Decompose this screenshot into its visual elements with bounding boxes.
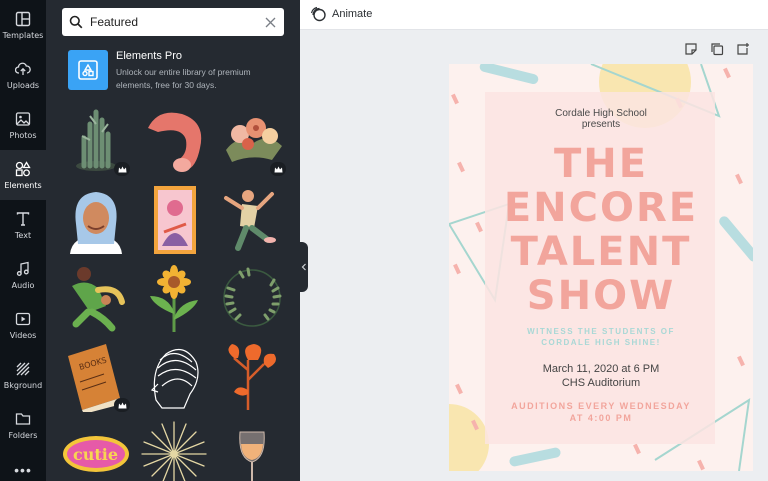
element-tile[interactable] — [218, 418, 286, 481]
sidebar-item-label: Audio — [11, 280, 35, 290]
element-tile[interactable] — [218, 262, 286, 334]
poster-title-line: ENCORE — [503, 185, 699, 231]
element-tile[interactable] — [140, 184, 208, 256]
templates-icon — [15, 11, 31, 26]
sidebar-item-label: Folders — [8, 430, 38, 440]
note-icon[interactable] — [684, 42, 700, 58]
elements-pro-promo[interactable]: Elements Pro Unlock our entire library o… — [68, 50, 288, 94]
design-canvas[interactable]: Cordale High School presents THE ENCORE … — [449, 64, 753, 471]
elements-panel: Elements Pro Unlock our entire library o… — [46, 0, 300, 481]
sidebar-item-videos[interactable]: Videos — [0, 300, 46, 350]
poster-title-line: THE — [553, 141, 649, 187]
svg-text:cutie: cutie — [73, 445, 118, 464]
duplicate-page-icon[interactable] — [710, 42, 726, 58]
close-icon[interactable] — [256, 17, 284, 28]
animate-icon — [310, 6, 326, 22]
element-tile[interactable] — [140, 104, 208, 176]
animate-button[interactable]: Animate — [310, 6, 372, 22]
music-icon — [16, 261, 29, 276]
element-tile[interactable] — [140, 418, 208, 481]
element-tile[interactable]: cutie — [62, 418, 130, 481]
image-icon — [15, 111, 31, 126]
sidebar-item-label: Bkground — [3, 380, 43, 390]
element-tile[interactable] — [62, 104, 130, 176]
sidebar-item-photos[interactable]: Photos — [0, 100, 46, 150]
element-tile[interactable] — [140, 340, 208, 412]
page-tools — [684, 42, 752, 58]
poster-school: Cordale High School presents — [555, 108, 647, 130]
element-tile[interactable] — [62, 262, 130, 334]
element-tile[interactable] — [218, 104, 286, 176]
sidebar-item-label: Elements — [4, 180, 42, 190]
background-icon — [16, 362, 30, 375]
element-tile[interactable] — [218, 184, 286, 256]
element-tile[interactable]: BOOKS — [62, 340, 130, 414]
sidebar-item-label: Photos — [9, 130, 37, 140]
premium-crown-icon — [270, 162, 286, 176]
poster-title-line: TALENT — [510, 229, 692, 275]
search-input[interactable] — [90, 15, 256, 29]
sidebar-item-uploads[interactable]: Uploads — [0, 50, 46, 100]
collapse-panel-button[interactable] — [300, 242, 308, 292]
sidebar-item-background[interactable]: Bkground — [0, 350, 46, 400]
premium-crown-icon — [114, 398, 130, 412]
element-tile[interactable] — [62, 184, 130, 256]
element-tile[interactable] — [140, 262, 208, 334]
sidebar-item-templates[interactable]: Templates — [0, 0, 46, 50]
chevron-left-icon — [301, 263, 306, 271]
add-page-icon[interactable] — [736, 42, 752, 58]
promo-description: Unlock our entire library of premium ele… — [116, 67, 251, 90]
sidebar-item-text[interactable]: Text — [0, 200, 46, 250]
search-box — [62, 8, 284, 36]
sidebar-item-label: Text — [14, 230, 32, 240]
shapes-icon — [15, 160, 31, 176]
poster-witness: WITNESS THE STUDENTS OF CORDALE HIGH SHI… — [527, 327, 675, 347]
video-icon — [15, 312, 31, 325]
animate-label: Animate — [332, 8, 373, 20]
premium-crown-icon — [114, 162, 130, 176]
folder-icon — [15, 412, 31, 425]
editor-toolbar: Animate — [300, 0, 768, 30]
sidebar-item-label: Videos — [9, 330, 37, 340]
promo-title: Elements Pro — [116, 50, 183, 62]
sidebar-item-label: Templates — [2, 30, 44, 40]
sidebar-item-label: Uploads — [6, 80, 40, 90]
upload-icon — [15, 62, 31, 75]
left-rail: Templates Uploads Photos Elements Text A… — [0, 0, 46, 481]
sidebar-item-audio[interactable]: Audio — [0, 250, 46, 300]
text-icon — [16, 211, 30, 226]
sidebar-item-elements[interactable]: Elements — [0, 150, 46, 200]
elements-pro-icon — [68, 50, 108, 90]
search-icon — [62, 15, 90, 29]
poster-date: March 11, 2020 at 6 PM CHS Auditorium — [542, 363, 660, 389]
poster-title-line: SHOW — [526, 273, 676, 319]
sidebar-item-folders[interactable]: Folders — [0, 400, 46, 450]
element-tile[interactable] — [218, 340, 286, 412]
poster-auditions: AUDITIONS EVERY WEDNESDAY AT 4:00 PM — [511, 401, 691, 423]
more-icon[interactable]: ••• — [0, 462, 46, 478]
